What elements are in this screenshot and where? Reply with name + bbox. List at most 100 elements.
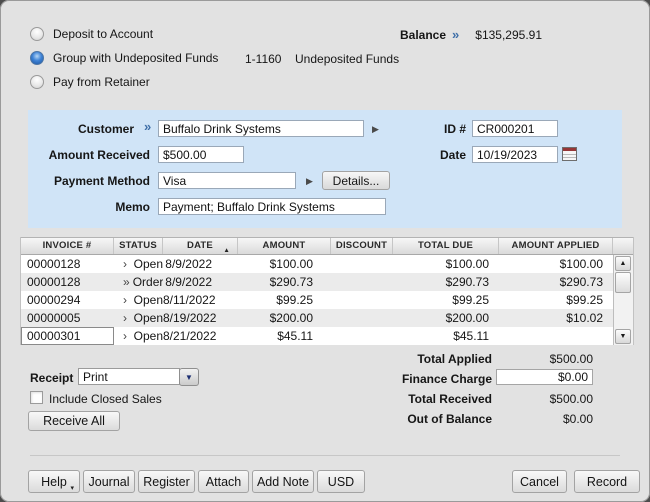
customer-input[interactable] (158, 120, 364, 137)
invoice-status-cell[interactable]: › Open (114, 291, 163, 309)
invoice-table-body: 00000128 › Open 8/9/2022 $100.00 $100.00 $100.… (21, 255, 633, 345)
header-amount-applied[interactable]: AMOUNT APPLIED (499, 238, 613, 254)
invoice-amount-applied-cell[interactable]: $99.25 (499, 291, 613, 309)
invoice-discount-cell[interactable] (331, 273, 393, 291)
receipt-label: Receipt (30, 371, 74, 385)
invoice-discount-cell[interactable] (331, 327, 393, 345)
receipt-dropdown-button[interactable]: ▼ (179, 368, 199, 386)
attach-button[interactable]: Attach (198, 470, 249, 493)
cancel-button[interactable]: Cancel (512, 470, 567, 493)
header-total-due[interactable]: TOTAL DUE (393, 238, 499, 254)
invoice-number-cell[interactable]: 00000005 (21, 309, 114, 327)
payment-method-input[interactable] (158, 172, 296, 189)
journal-button[interactable]: Journal (83, 470, 135, 493)
radio-group-with-undeposited-funds[interactable]: Group with Undeposited Funds (30, 51, 218, 65)
status-arrow-icon: › (123, 329, 127, 343)
payment-details-panel: Customer » ▶ ID # Amount Received Date P… (28, 110, 622, 228)
invoice-amount-applied-cell[interactable]: $290.73 (499, 273, 613, 291)
invoice-status-cell[interactable]: › Open (114, 327, 163, 345)
invoice-total-due-cell: $200.00 (445, 311, 489, 325)
invoice-row[interactable]: 00000005 › Open 8/19/2022 $200.00 $200.00 $10.… (21, 309, 613, 327)
invoice-row[interactable]: 00000301 › Open 8/21/2022 $45.11 $45.11 (21, 327, 613, 345)
vertical-scrollbar[interactable]: ▲ ▼ (613, 255, 633, 345)
memo-input[interactable] (158, 198, 386, 215)
invoice-row[interactable]: 00000128» Order 8/9/2022 $290.73 $290.73 $290… (21, 273, 613, 291)
invoice-amount-applied-cell[interactable]: $100.00 (499, 255, 613, 273)
out-of-balance-value: $0.00 (562, 412, 593, 426)
invoice-discount-cell[interactable] (331, 309, 393, 327)
invoice-amount-applied-cell[interactable] (499, 327, 613, 345)
invoice-number-cell[interactable]: 00000294 (21, 291, 114, 309)
radio-icon (30, 75, 44, 89)
header-status[interactable]: STATUS (114, 238, 163, 254)
radio-label: Deposit to Account (53, 27, 154, 41)
invoice-status-cell[interactable]: › Open (114, 309, 163, 327)
customer-flyout-icon[interactable]: ▶ (372, 123, 379, 135)
currency-button[interactable]: USD (317, 470, 365, 493)
help-button-label: Help (41, 474, 67, 489)
status-text: Order (132, 275, 163, 289)
radio-pay-from-retainer[interactable]: Pay from Retainer (30, 75, 150, 89)
finance-charge-label: Finance Charge (401, 372, 492, 386)
invoice-row[interactable]: 00000294 › Open 8/11/2022 $99.25 $99.25 $99.25 (21, 291, 613, 309)
amount-received-input[interactable] (158, 146, 244, 163)
memo-label: Memo (115, 200, 150, 214)
receive-payments-window: Deposit to Account Group with Undeposite… (0, 0, 650, 502)
invoice-status-cell[interactable]: › Open (114, 255, 163, 273)
footer-toolbar: Help ▾ Journal Register Attach Add Note U… (28, 470, 365, 493)
balance-display: Balance » $135,295.91 (400, 27, 542, 42)
invoice-discount-cell[interactable] (331, 255, 393, 273)
header-invoice-number[interactable]: INVOICE # (21, 238, 114, 254)
invoice-date-cell: 8/9/2022 (165, 257, 212, 271)
header-discount[interactable]: DISCOUNT (331, 238, 393, 254)
invoice-amount-applied-cell[interactable]: $10.02 (499, 309, 613, 327)
customer-zoom-icon[interactable]: » (144, 119, 151, 134)
out-of-balance-label: Out of Balance (407, 412, 492, 426)
invoice-number-cell[interactable]: 00000128 (21, 255, 114, 273)
scroll-up-button[interactable]: ▲ (615, 256, 631, 271)
chevron-down-icon: ▼ (185, 372, 193, 382)
scroll-down-icon: ▼ (619, 333, 627, 340)
include-closed-sales-label: Include Closed Sales (49, 392, 162, 406)
invoice-date-cell: 8/11/2022 (163, 293, 216, 307)
payment-method-flyout-icon[interactable]: ▶ (306, 175, 313, 187)
header-scrollbar-stub (613, 238, 633, 254)
receive-all-button[interactable]: Receive All (28, 411, 120, 431)
details-button[interactable]: Details... (322, 171, 390, 190)
invoice-row[interactable]: 00000128 › Open 8/9/2022 $100.00 $100.00 $100.… (21, 255, 613, 273)
radio-icon (30, 27, 44, 41)
scroll-down-button[interactable]: ▼ (615, 329, 631, 344)
invoice-number-cell[interactable]: 00000128 (21, 273, 114, 291)
total-applied-label: Total Applied (417, 352, 492, 366)
invoice-status-cell[interactable]: » Order (114, 273, 163, 291)
footer-divider (30, 455, 620, 456)
header-amount[interactable]: AMOUNT (238, 238, 331, 254)
help-button[interactable]: Help ▾ (28, 470, 80, 493)
include-closed-sales-checkbox[interactable] (30, 391, 43, 404)
status-text: Open (133, 311, 163, 325)
undeposited-account-number: 1-1160 (245, 52, 282, 66)
total-received-label: Total Received (408, 392, 492, 406)
scrollbar-thumb[interactable] (615, 272, 631, 293)
scroll-up-icon: ▲ (619, 260, 627, 267)
radio-deposit-to-account[interactable]: Deposit to Account (30, 27, 153, 41)
invoice-number-cell[interactable]: 00000301 (21, 327, 114, 345)
sort-ascending-icon: ▲ (223, 247, 230, 254)
id-input[interactable] (472, 120, 558, 137)
total-received-value: $500.00 (549, 392, 593, 406)
header-date-label: DATE (187, 240, 213, 251)
date-input[interactable] (472, 146, 558, 163)
finance-charge-input[interactable] (496, 369, 593, 385)
balance-zoom-icon[interactable]: » (452, 27, 459, 42)
status-arrow-icon: › (123, 257, 127, 271)
calendar-icon[interactable] (562, 147, 577, 161)
invoice-total-due-cell: $99.25 (452, 293, 489, 307)
record-button[interactable]: Record (574, 470, 640, 493)
header-date[interactable]: DATE ▲ (163, 238, 238, 254)
invoice-discount-cell[interactable] (331, 291, 393, 309)
add-note-button[interactable]: Add Note (252, 470, 314, 493)
register-button[interactable]: Register (138, 470, 195, 493)
balance-label: Balance (400, 27, 447, 42)
receipt-select[interactable] (78, 368, 180, 385)
invoice-amount-cell: $200.00 (269, 311, 313, 325)
